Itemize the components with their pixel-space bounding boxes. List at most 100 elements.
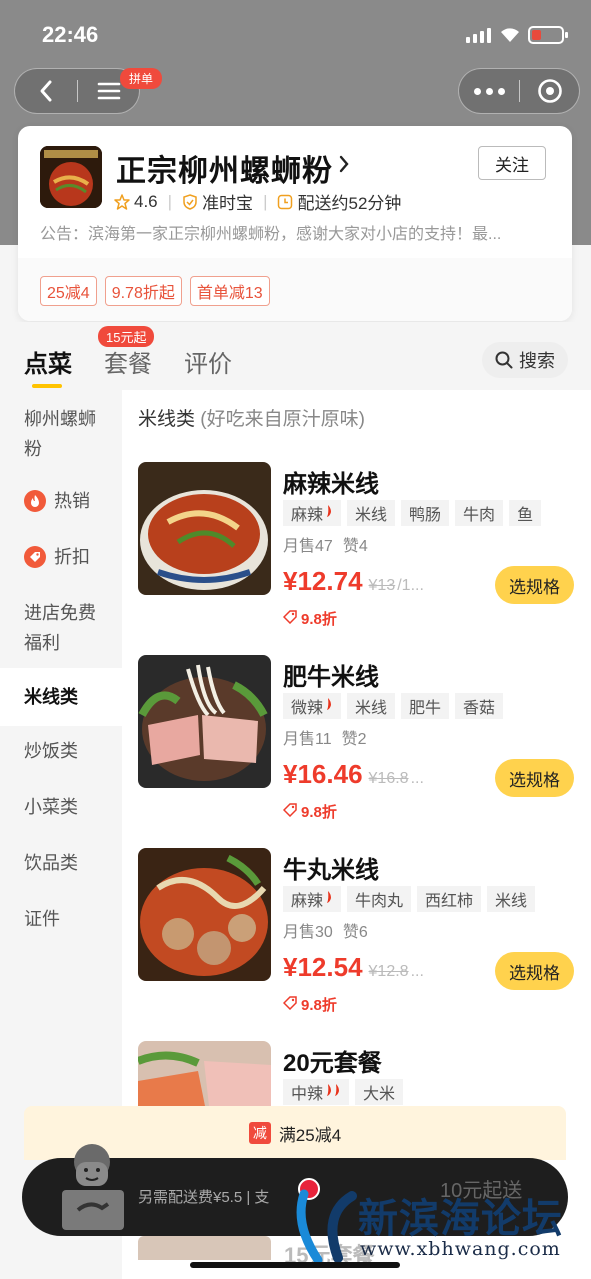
store-card: 正宗柳州螺蛳粉 关注 4.6 | 准时宝 | 配送约52分钟 公告：滨海第一家正…	[18, 126, 572, 321]
sidebar-item-label: 饮品类	[24, 853, 78, 873]
sidebar-item-drinks[interactable]: 饮品类	[0, 848, 122, 878]
dish-card[interactable]: 肥牛米线 微辣 米线 肥牛 香菇 月售11 赞2 ¥16.46 ¥16.8... 9…	[138, 655, 588, 835]
dish-card[interactable]: 牛丸米线 麻辣 牛肉丸 西红柿 米线 月售30 赞6 ¥12.54 ¥12.8...…	[138, 848, 588, 1028]
chili-icon	[325, 1083, 341, 1102]
sidebar-item-label: 热销	[54, 491, 90, 511]
nav-capsule-right	[458, 68, 580, 114]
sidebar-item-label: 柳州螺蛳粉	[24, 409, 96, 459]
dish-discount: 9.8折	[282, 608, 337, 629]
watermark-logo	[292, 1184, 360, 1265]
clock-icon	[277, 194, 293, 210]
dish-sales: 月售11 赞2	[283, 731, 367, 748]
sidebar-item-license[interactable]: 证件	[0, 904, 122, 934]
close-miniprogram-button[interactable]	[521, 69, 579, 113]
search-icon	[495, 351, 513, 369]
chevron-right-icon[interactable]	[338, 154, 350, 179]
dish-image[interactable]	[138, 462, 271, 595]
discount-tag-icon	[282, 609, 297, 628]
dish-image[interactable]	[138, 655, 271, 788]
promo-tag[interactable]: 9.78折起	[104, 276, 182, 306]
tab-underline	[32, 384, 62, 388]
nav-divider	[519, 80, 520, 102]
dish-tag: 鸭肠	[401, 500, 450, 526]
dish-tag: 大米	[355, 1079, 404, 1105]
watermark-url: www.xbhwang.com	[360, 1238, 561, 1260]
battery-icon	[528, 26, 568, 44]
combo-price-badge: 15元起	[98, 326, 155, 347]
dish-tag: 中辣	[283, 1079, 350, 1105]
section-title: 米线类 (好吃来自原汁原味)	[138, 409, 365, 430]
discount-tag-icon	[24, 546, 46, 568]
sidebar-item-welfare[interactable]: 进店免费福利	[0, 598, 122, 658]
store-rating: 4.6	[134, 191, 158, 211]
store-logo[interactable]	[40, 146, 102, 208]
sidebar-item-liuzhou-luosifen[interactable]: 柳州螺蛳粉	[0, 404, 122, 464]
sidebar-item-label: 进店免费福利	[24, 603, 96, 653]
tab-bar: 点菜 套餐 15元起 评价 搜索	[0, 322, 591, 390]
original-price: ¥12.8	[368, 963, 409, 980]
sidebar-item-rice-noodles[interactable]: 米线类	[0, 668, 122, 726]
promo-tags[interactable]: 25减4 9.78折起 首单减13	[40, 276, 270, 306]
more-button[interactable]	[459, 69, 519, 113]
dish-tag: 麻辣	[283, 886, 342, 912]
dish-discount: 9.8折	[282, 994, 337, 1015]
dish-tag: 米线	[487, 886, 536, 912]
discount-text: 满25减4	[278, 1125, 342, 1145]
dish-tags: 中辣 大米	[283, 1079, 404, 1105]
dish-sales: 月售30 赞6	[283, 924, 368, 941]
back-arrow-icon	[40, 80, 52, 102]
dish-image[interactable]	[138, 848, 271, 981]
follow-button[interactable]: 关注	[478, 146, 546, 180]
choose-spec-button[interactable]: 选规格	[495, 952, 574, 990]
group-order-badge[interactable]: 拼单	[120, 68, 163, 89]
on-time-label: 准时宝	[202, 194, 254, 213]
tab-reviews[interactable]: 评价	[184, 344, 232, 379]
dish-tag: 米线	[347, 693, 396, 719]
shield-check-icon	[182, 193, 198, 210]
search-button[interactable]: 搜索	[482, 342, 568, 378]
dish-tag: 麻辣	[283, 500, 342, 526]
status-time: 22:46	[42, 22, 99, 47]
promo-tag[interactable]: 25减4	[40, 276, 97, 306]
dish-tags: 微辣 米线 肥牛 香菇	[283, 693, 504, 719]
dish-card[interactable]: 麻辣米线 麻辣 米线 鸭肠 牛肉 鱼 月售47 赞4 ¥12.74 ¥13/1...…	[138, 462, 588, 642]
watermark-name: 新滨海论坛	[358, 1197, 563, 1241]
choose-spec-button[interactable]: 选规格	[495, 566, 574, 604]
original-price: ¥13	[368, 577, 396, 594]
back-button[interactable]	[15, 69, 77, 113]
sidebar-item-side-dishes[interactable]: 小菜类	[0, 792, 122, 822]
sidebar-item-fried-rice[interactable]: 炒饭类	[0, 736, 122, 766]
delivery-time: 配送约52分钟	[297, 194, 402, 213]
dish-tag: 鱼	[509, 500, 542, 526]
dish-price: ¥12.54 ¥12.8...	[283, 952, 424, 982]
delivery-rider-icon[interactable]	[50, 1140, 136, 1236]
sidebar-item-label: 证件	[24, 909, 60, 929]
sidebar-item-label: 小菜类	[24, 797, 78, 817]
home-indicator[interactable]	[190, 1262, 400, 1268]
sidebar-item-discount[interactable]: 折扣	[0, 542, 122, 572]
nav-divider	[77, 80, 78, 102]
dish-tags: 麻辣 米线 鸭肠 牛肉 鱼	[283, 500, 542, 526]
more-dots-icon	[473, 87, 481, 95]
hamburger-icon	[97, 82, 121, 100]
tab-combo[interactable]: 套餐	[104, 344, 152, 379]
choose-spec-button[interactable]: 选规格	[495, 759, 574, 797]
chili-icon	[325, 697, 333, 716]
promo-tag[interactable]: 首单减13	[189, 276, 270, 306]
dish-price: ¥12.74 ¥13/1...	[283, 566, 424, 596]
dish-tag: 牛肉	[455, 500, 504, 526]
discount-tag-icon	[282, 802, 297, 821]
tab-order[interactable]: 点菜	[24, 344, 72, 379]
dish-sales: 月售47 赞4	[283, 538, 368, 555]
store-notice[interactable]: 公告：滨海第一家正宗柳州螺蛳粉，感谢大家对小店的支持！最...	[40, 220, 550, 244]
dish-tags: 麻辣 牛肉丸 西红柿 米线	[283, 886, 536, 912]
sidebar-item-label: 折扣	[54, 547, 90, 567]
sidebar-item-hot[interactable]: 热销	[0, 486, 122, 516]
chili-icon	[325, 504, 333, 523]
star-icon	[114, 193, 130, 210]
store-name[interactable]: 正宗柳州螺蛳粉	[116, 146, 333, 190]
discount-badge: 减	[248, 1122, 271, 1144]
dish-tag: 肥牛	[401, 693, 450, 719]
dish-name: 麻辣米线	[283, 471, 379, 498]
status-bar: 22:46	[0, 18, 591, 54]
